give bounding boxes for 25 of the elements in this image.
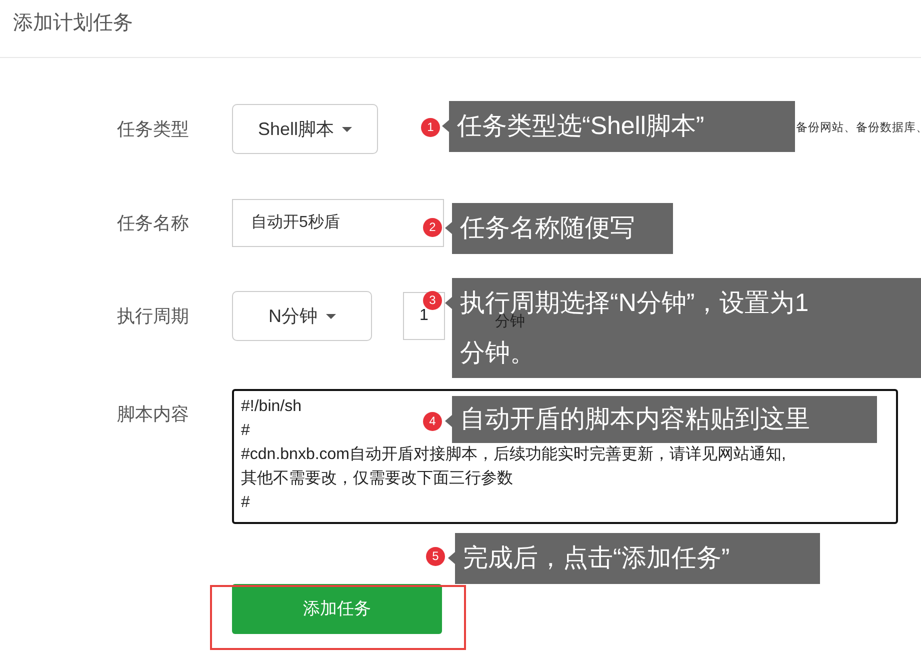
field-label: 脚本内容 <box>117 403 190 426</box>
script-line: #cdn.bnxb.com自动开盾对接脚本，后续功能实时完善更新，请详见网站通知, <box>241 444 786 465</box>
annotation-callout: 完成后，点击“添加任务” <box>448 533 820 584</box>
annotation-callout: 自动开盾的脚本内容粘贴到这里 <box>445 396 877 443</box>
step-number: 3 <box>423 291 442 310</box>
annotation-callout: 任务类型选“Shell脚本” <box>442 101 795 152</box>
period-select[interactable]: N分钟 <box>232 291 372 341</box>
caret-icon <box>342 126 352 132</box>
script-line: # <box>241 493 250 513</box>
script-line: 其他不需要改，仅需要改下面三行参数 <box>241 468 513 489</box>
field-label: 任务名称 <box>117 212 190 234</box>
step-number: 4 <box>423 412 442 431</box>
type-select[interactable]: Shell脚本 <box>232 104 378 154</box>
annotation-callout: 任务名称随便写 <box>445 203 673 254</box>
field-label: 执行周期 <box>117 304 190 328</box>
script-line: # <box>241 421 250 441</box>
step-number: 2 <box>423 218 442 237</box>
field-label: 任务类型 <box>117 118 190 140</box>
step-number: 5 <box>426 547 445 566</box>
script-line: #!/bin/sh <box>241 397 302 417</box>
page-title: 添加计划任务 <box>13 11 134 36</box>
caret-icon <box>326 314 336 318</box>
step-number: 1 <box>421 118 440 137</box>
unit-label: 分钟 <box>495 313 525 331</box>
hint-text: 备份网站、备份数据库、 <box>796 120 921 136</box>
